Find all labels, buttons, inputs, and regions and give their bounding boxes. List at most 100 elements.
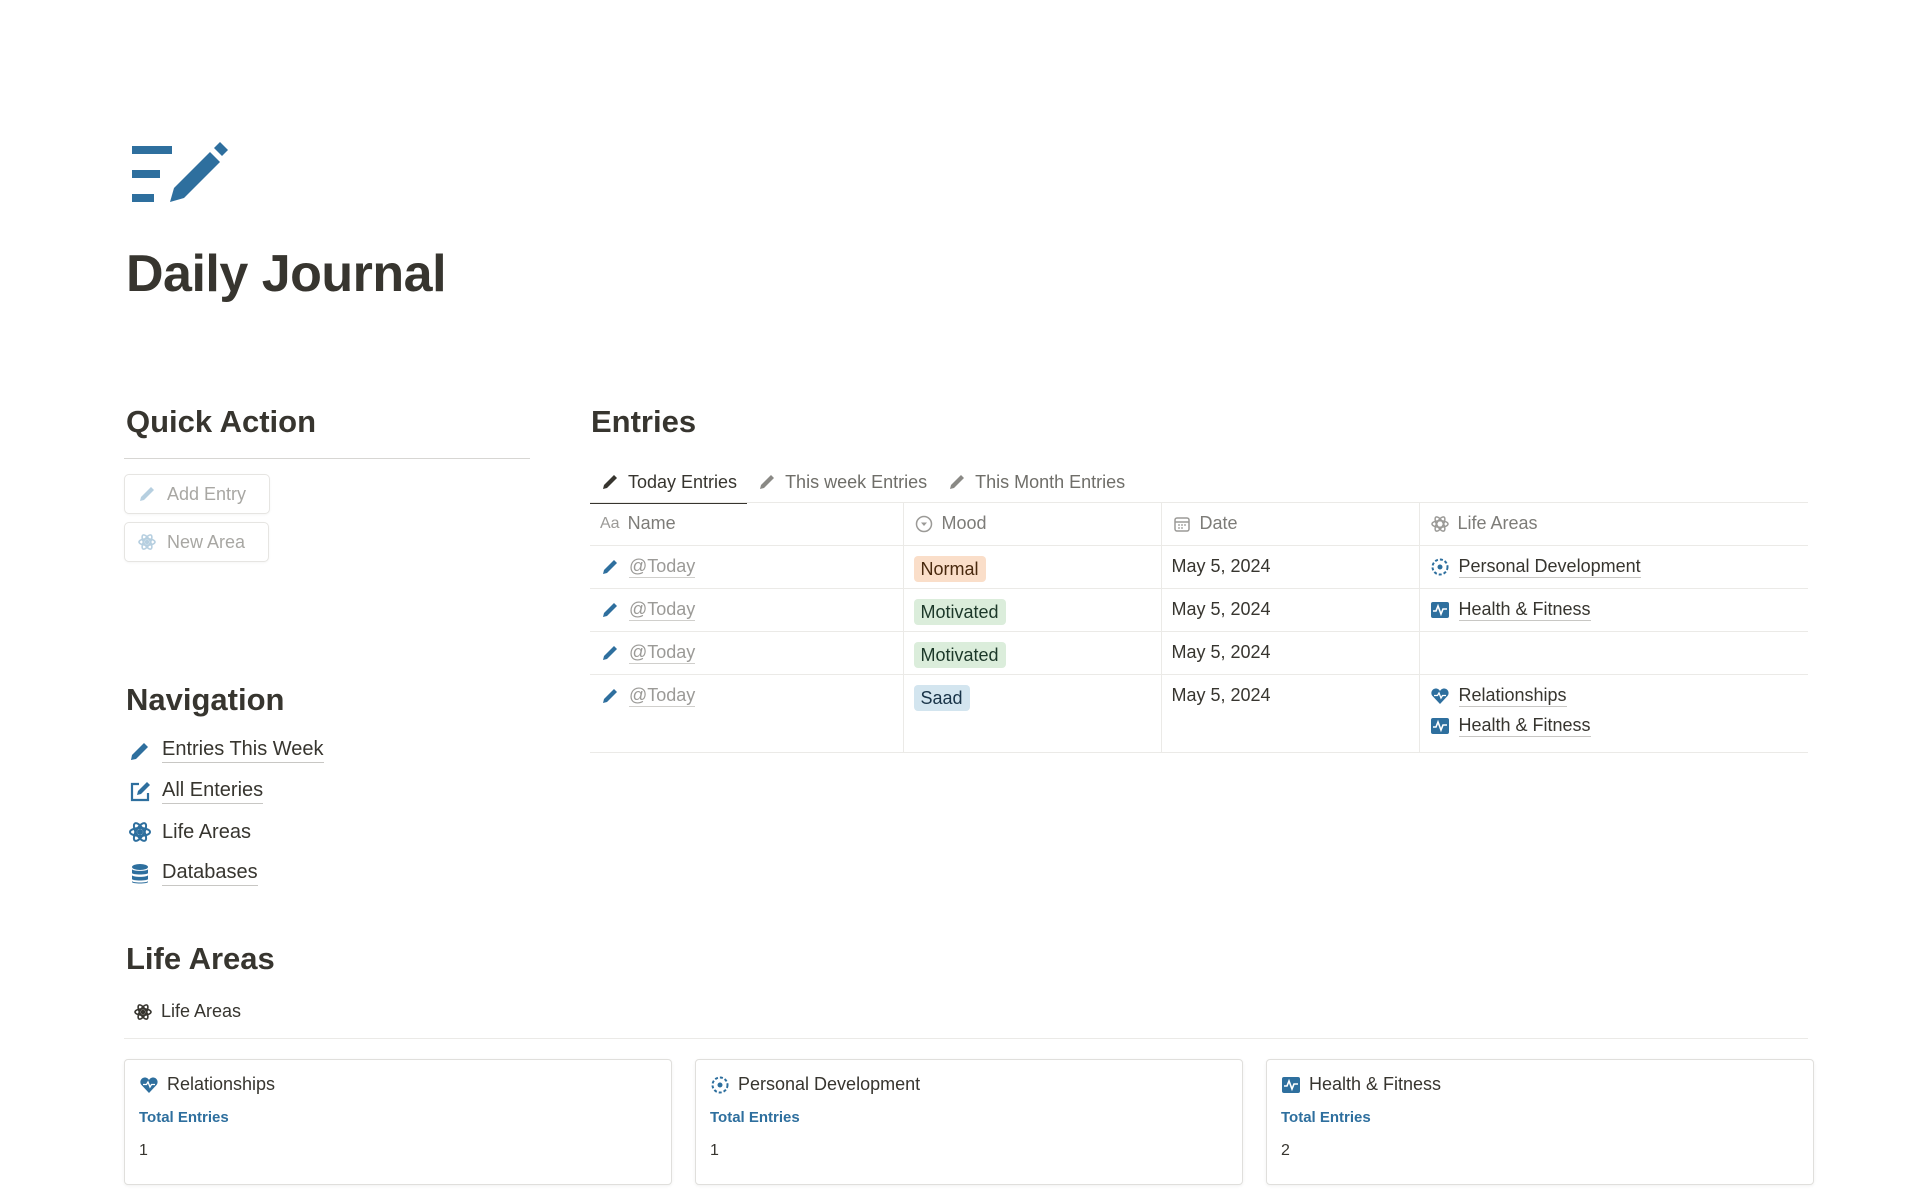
heart-pulse-icon (1430, 688, 1449, 704)
life-area-card[interactable]: Personal Development Total Entries 1 (695, 1059, 1243, 1185)
table-row[interactable]: @Today Normal May 5, 2024 Personal Devel… (590, 545, 1808, 589)
life-areas-cell-empty[interactable] (1419, 631, 1808, 675)
tab-this-month-entries[interactable]: This Month Entries (937, 462, 1135, 502)
pencil-icon (950, 475, 965, 489)
new-area-button[interactable]: New Area (124, 522, 269, 562)
card-property-value: 1 (139, 1142, 148, 1159)
entries-tabs: Today Entries This week Entries This Mon… (590, 462, 1135, 504)
edit-square-icon (130, 781, 150, 801)
navigation-heading: Navigation (126, 682, 285, 717)
card-title: Health & Fitness (1309, 1074, 1442, 1094)
activity-icon (1430, 717, 1449, 734)
card-property-label: Total Entries (1281, 1109, 1371, 1126)
nav-databases[interactable]: Databases (128, 861, 258, 886)
life-area-card[interactable]: Health & Fitness Total Entries 2 (1266, 1059, 1814, 1185)
tab-this-week-entries[interactable]: This week Entries (747, 462, 937, 502)
pencil-icon (603, 645, 617, 660)
pencil-icon (603, 475, 617, 489)
view-label: Life Areas (161, 1001, 242, 1021)
table-row[interactable]: @Today Motivated May 5, 2024 (590, 631, 1808, 675)
entry-date: May 5, 2024 (1161, 545, 1420, 589)
mood-tag: Motivated (913, 641, 1006, 668)
pencil-icon (603, 602, 617, 617)
entry-name[interactable]: @Today (629, 642, 696, 664)
entry-date: May 5, 2024 (1161, 588, 1420, 632)
page-title: Daily Journal (126, 245, 447, 303)
life-area-label: Personal Development (1458, 555, 1641, 578)
cog-circle-icon (711, 1076, 729, 1093)
entries-heading: Entries (591, 404, 697, 439)
tab-label: Today Entries (628, 471, 738, 492)
nav-item-label: Life Areas (162, 820, 251, 843)
pencil-icon (140, 487, 154, 501)
life-area-link[interactable]: Personal Development (1430, 556, 1799, 578)
atom-icon (1430, 515, 1449, 532)
table-header-row: Aa Name Mood Date Life Areas (590, 503, 1808, 546)
nav-item-label: All Enteries (162, 779, 264, 804)
entry-date: May 5, 2024 (1161, 674, 1420, 753)
life-areas-view-tab[interactable]: Life Areas (133, 1001, 241, 1022)
life-area-label: Health & Fitness (1458, 714, 1591, 737)
mood-tag: Motivated (913, 598, 1006, 625)
new-area-label: New Area (167, 531, 246, 552)
life-area-card[interactable]: Relationships Total Entries 1 (124, 1059, 672, 1185)
pencil-icon (603, 559, 617, 574)
tab-today-entries[interactable]: Today Entries (590, 462, 748, 504)
column-header-date[interactable]: Date (1161, 503, 1420, 546)
tab-label: This Month Entries (975, 471, 1126, 492)
atom-icon (138, 534, 156, 550)
column-label: Life Areas (1457, 513, 1538, 533)
heart-pulse-icon (140, 1077, 158, 1093)
column-header-name[interactable]: Aa Name (590, 503, 904, 546)
nav-life-areas[interactable]: Life Areas (128, 820, 251, 844)
add-entry-button[interactable]: Add Entry (124, 474, 270, 514)
column-label: Name (627, 513, 676, 533)
database-icon (132, 863, 148, 883)
life-area-link[interactable]: Health & Fitness (1430, 599, 1799, 621)
entry-name[interactable]: @Today (629, 556, 696, 578)
calendar-icon (1173, 516, 1190, 532)
divider (124, 1038, 1808, 1039)
atom-icon (129, 822, 151, 842)
nav-entries-this-week[interactable]: Entries This Week (128, 738, 324, 763)
quick-action-heading: Quick Action (126, 404, 317, 439)
entry-name[interactable]: @Today (629, 685, 696, 707)
text-type-icon: Aa (600, 514, 620, 532)
column-header-life-areas[interactable]: Life Areas (1419, 503, 1808, 546)
mood-tag: Saad (913, 684, 970, 711)
mood-tag: Normal (913, 555, 986, 582)
life-area-link[interactable]: Relationships (1430, 685, 1799, 707)
activity-icon (1282, 1076, 1300, 1093)
pencil-icon (131, 742, 148, 760)
nav-all-enteries[interactable]: All Enteries (128, 779, 264, 804)
life-areas-heading: Life Areas (126, 941, 275, 976)
pencil-icon (603, 688, 617, 703)
card-title: Personal Development (738, 1074, 921, 1094)
card-title: Relationships (167, 1074, 276, 1094)
card-property-label: Total Entries (710, 1109, 800, 1126)
card-property-label: Total Entries (139, 1109, 229, 1126)
entries-table: Aa Name Mood Date Life Areas @Today Norma… (590, 503, 1808, 753)
card-property-value: 2 (1281, 1142, 1290, 1159)
add-entry-label: Add Entry (167, 483, 247, 504)
column-header-mood[interactable]: Mood (903, 503, 1162, 546)
entry-date: May 5, 2024 (1161, 631, 1420, 675)
card-property-value: 1 (710, 1142, 719, 1159)
entry-name[interactable]: @Today (629, 599, 696, 621)
table-row[interactable]: @Today Motivated May 5, 2024 Health & Fi… (590, 588, 1808, 632)
pencil-icon (760, 475, 775, 489)
tab-label: This week Entries (785, 471, 928, 492)
column-label: Date (1199, 513, 1238, 533)
nav-item-label: Entries This Week (162, 738, 324, 763)
life-area-link[interactable]: Health & Fitness (1430, 715, 1799, 737)
life-area-label: Health & Fitness (1458, 598, 1591, 621)
life-area-label: Relationships (1458, 684, 1567, 707)
nav-item-label: Databases (162, 861, 258, 886)
select-icon (915, 515, 932, 532)
table-row[interactable]: @Today Saad May 5, 2024 Relationships He… (590, 674, 1808, 753)
cog-circle-icon (1431, 558, 1448, 575)
activity-icon (1430, 601, 1449, 618)
divider (124, 458, 530, 459)
atom-icon (134, 1003, 152, 1020)
column-label: Mood (941, 513, 987, 533)
